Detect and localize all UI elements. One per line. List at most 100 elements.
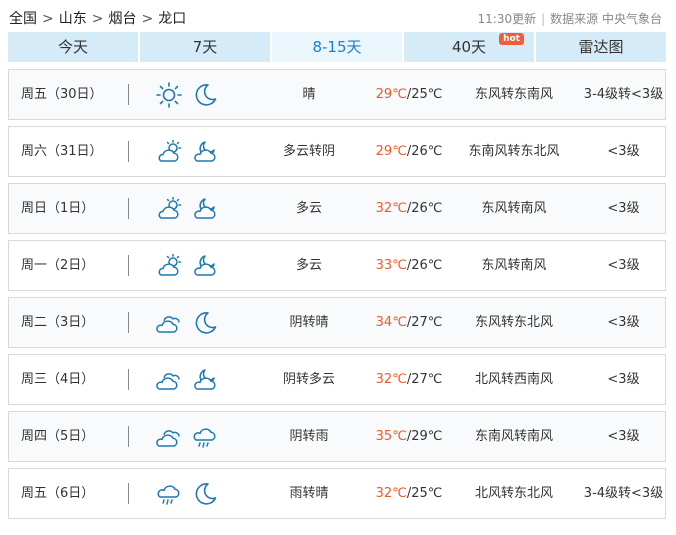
temperature: 32℃/26℃ [359,184,459,233]
low-temperature: /26℃ [406,201,443,216]
wind-level: <3级 [607,315,640,330]
clear-night-icon [191,480,219,508]
high-temperature: 32℃ [375,486,407,501]
wind-level: 3-4级转<3级 [583,87,664,102]
high-temperature: 29℃ [375,87,407,102]
forecast-row: 周一（2日） 多云 33℃/26℃ 东风转南风 <3级 [8,240,666,291]
forecast-row: 周四（5日） 阴转雨 35℃/29℃ 东南风转南风 <3级 [8,411,666,462]
wind-level: <3级 [607,372,640,387]
column-divider [128,483,129,504]
high-temperature: 33℃ [375,258,407,273]
top-bar: 全国 > 山东 > 烟台 > 龙口 11:30更新 | 数据来源 中央气象台 [0,0,676,32]
forecast-row: 周二（3日） 阴转晴 34℃/27℃ 东风转东北风 <3级 [8,297,666,348]
tab-label: 7天 [192,38,218,56]
weather-icons [155,195,219,223]
overcast-icon [155,309,183,337]
wind-direction: 东风转南风 [481,258,547,273]
forecast-row: 周三（4日） 阴转多云 32℃/27℃ 北风转西南风 <3级 [8,354,666,405]
tab-7-days[interactable]: 7天 [140,32,270,62]
forecast-row: 周五（6日） 雨转晴 32℃/25℃ 北风转东北风 3-4级转<3级 [8,468,666,519]
temperature: 32℃/25℃ [359,469,459,518]
breadcrumb-item-city[interactable]: 烟台 [108,11,136,27]
tab-radar[interactable]: 雷达图 [536,32,666,62]
breadcrumb-separator: > [141,11,154,27]
breadcrumb-item-province[interactable]: 山东 [59,11,87,27]
low-temperature: /25℃ [406,486,443,501]
weather-icons [155,81,219,109]
wind-level: <3级 [607,429,640,444]
wind-level: <3级 [607,201,640,216]
weather-description: 多云转阴 [282,144,335,159]
day-label: 周二（3日） [21,315,95,330]
partly-cloudy-night-icon [191,252,219,280]
weather-icons [155,309,219,337]
weather-description: 雨转晴 [289,486,329,501]
sunny-icon [155,81,183,109]
forecast-row: 周五（30日） 晴 29℃/25℃ 东风转东南风 3-4级转<3级 [8,69,666,120]
breadcrumb-item-county: 龙口 [158,11,187,27]
low-temperature: /27℃ [406,372,443,387]
column-divider [128,369,129,390]
low-temperature: /29℃ [406,429,443,444]
forecast-row: 周日（1日） 多云 32℃/26℃ 东风转南风 <3级 [8,183,666,234]
source-label: 数据来源 中央气象台 [550,12,662,26]
temperature: 32℃/27℃ [359,355,459,404]
column-divider [128,426,129,447]
rain-icon [191,423,219,451]
forecast-list: 周五（30日）晴 29℃/25℃ 东风转东南风 3-4级转<3级周六（31日） 多云转阴… [8,69,666,525]
low-temperature: /27℃ [406,315,443,330]
wind-level: <3级 [607,144,640,159]
weather-icons [155,252,219,280]
wind-direction: 东风转东北风 [474,315,553,330]
update-time: 11:30更新 [477,12,537,26]
weather-icons [155,138,219,166]
breadcrumb-separator: > [91,11,104,27]
partly-cloudy-night-icon [191,366,219,394]
low-temperature: /25℃ [406,87,443,102]
wind-level: 3-4级转<3级 [583,486,664,501]
weather-icons [155,480,219,508]
partly-cloudy-day-icon [155,138,183,166]
wind-direction: 东南风转东北风 [468,144,560,159]
weather-description: 阴转多云 [282,372,335,387]
forecast-tabs: 今天 7天 8-15天 40天 hot 雷达图 [8,32,666,62]
low-temperature: /26℃ [406,144,443,159]
column-divider [128,141,129,162]
tab-8-15-days[interactable]: 8-15天 [272,32,402,62]
temperature: 34℃/27℃ [359,298,459,347]
tab-label: 8-15天 [312,38,362,56]
hot-badge: hot [499,33,524,45]
temperature: 33℃/26℃ [359,241,459,290]
source-divider: | [541,12,546,26]
tab-label: 雷达图 [578,38,624,56]
clear-night-icon [191,309,219,337]
tab-40-days[interactable]: 40天 hot [404,32,534,62]
day-label: 周日（1日） [21,201,95,216]
overcast-icon [155,366,183,394]
tab-today[interactable]: 今天 [8,32,138,62]
partly-cloudy-day-icon [155,195,183,223]
breadcrumb: 全国 > 山东 > 烟台 > 龙口 [9,8,186,28]
high-temperature: 32℃ [375,201,407,216]
weather-icons [155,366,219,394]
breadcrumb-item-country[interactable]: 全国 [9,11,37,27]
wind-direction: 北风转西南风 [474,372,553,387]
day-label: 周四（5日） [21,429,95,444]
overcast-icon [155,423,183,451]
temperature: 29℃/25℃ [359,70,459,119]
column-divider [128,198,129,219]
day-label: 周五（6日） [21,486,95,501]
breadcrumb-separator: > [42,11,54,27]
rain-icon [155,480,183,508]
partly-cloudy-night-icon [191,195,219,223]
column-divider [128,255,129,276]
wind-direction: 东南风转南风 [474,429,553,444]
day-label: 周六（31日） [21,144,103,159]
high-temperature: 29℃ [375,144,407,159]
weather-description: 多云 [295,258,322,273]
day-label: 周五（30日） [21,87,103,102]
high-temperature: 34℃ [375,315,407,330]
weather-description: 阴转雨 [289,429,329,444]
temperature: 35℃/29℃ [359,412,459,461]
low-temperature: /26℃ [406,258,443,273]
